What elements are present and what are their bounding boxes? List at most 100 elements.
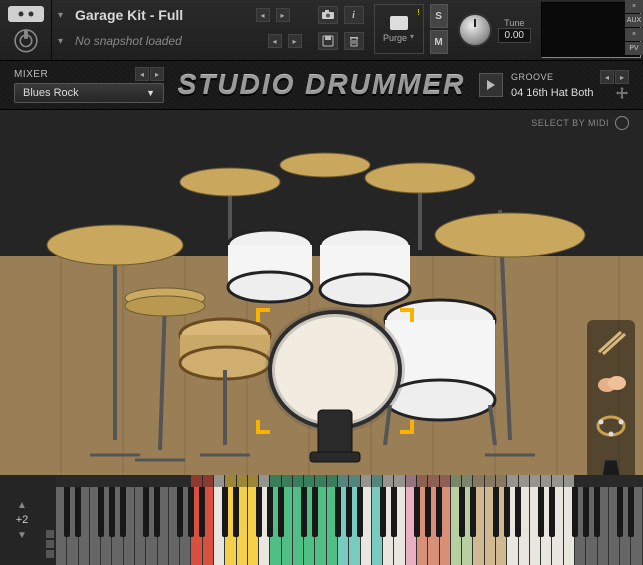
wrench-button[interactable] bbox=[8, 6, 44, 22]
white-key[interactable] bbox=[79, 487, 90, 565]
white-key[interactable] bbox=[485, 487, 496, 565]
crash-mid-left[interactable] bbox=[180, 168, 280, 196]
octave-up-button[interactable]: ▲ bbox=[14, 500, 30, 510]
white-key[interactable] bbox=[417, 487, 428, 565]
white-key[interactable] bbox=[451, 487, 462, 565]
inst-prev-button[interactable]: ◂ bbox=[256, 8, 270, 22]
tune-value[interactable]: 0.00 bbox=[498, 28, 531, 43]
white-key[interactable] bbox=[372, 487, 383, 565]
mixer-next-button[interactable]: ▸ bbox=[150, 67, 164, 81]
white-key[interactable] bbox=[259, 487, 270, 565]
white-key[interactable] bbox=[631, 487, 642, 565]
octave-down-button[interactable]: ▼ bbox=[14, 530, 30, 540]
palette-hands[interactable] bbox=[593, 368, 629, 400]
white-key[interactable] bbox=[112, 487, 123, 565]
mixer-preset-dropdown[interactable]: Blues Rock ▼ bbox=[14, 83, 164, 103]
white-key[interactable] bbox=[552, 487, 563, 565]
aux-badge[interactable]: AUX bbox=[625, 14, 643, 27]
white-key[interactable] bbox=[169, 487, 180, 565]
white-key[interactable] bbox=[586, 487, 597, 565]
white-key[interactable] bbox=[575, 487, 586, 565]
white-key[interactable] bbox=[609, 487, 620, 565]
inst-next-button[interactable]: ▸ bbox=[276, 8, 290, 22]
white-key[interactable] bbox=[564, 487, 575, 565]
white-key[interactable] bbox=[338, 487, 349, 565]
white-key[interactable] bbox=[158, 487, 169, 565]
white-key[interactable] bbox=[315, 487, 326, 565]
white-key[interactable] bbox=[237, 487, 248, 565]
close-badge[interactable]: × bbox=[625, 0, 643, 13]
snap-save-button[interactable] bbox=[318, 32, 338, 50]
info-button[interactable]: i bbox=[344, 6, 364, 24]
white-key[interactable] bbox=[507, 487, 518, 565]
velocity-column[interactable] bbox=[44, 475, 56, 565]
header-bar: ▾ Garage Kit - Full ◂ ▸ i ▾ No snapshot … bbox=[0, 0, 643, 60]
crash-mid-right[interactable] bbox=[365, 163, 475, 193]
groove-play-button[interactable] bbox=[479, 73, 503, 97]
tune-knob[interactable] bbox=[458, 13, 492, 47]
white-key[interactable] bbox=[361, 487, 372, 565]
white-key[interactable] bbox=[394, 487, 405, 565]
purge-box[interactable]: ! Purge ▾ bbox=[374, 4, 424, 54]
white-key[interactable] bbox=[293, 487, 304, 565]
palette-tambourine[interactable] bbox=[593, 410, 629, 442]
white-key[interactable] bbox=[146, 487, 157, 565]
white-key[interactable] bbox=[383, 487, 394, 565]
groove-value: 04 16th Hat Both bbox=[511, 87, 594, 99]
white-key[interactable] bbox=[620, 487, 631, 565]
white-key[interactable] bbox=[349, 487, 360, 565]
rack-tom-2[interactable] bbox=[320, 229, 410, 306]
white-key[interactable] bbox=[406, 487, 417, 565]
drag-midi-icon[interactable] bbox=[615, 86, 629, 100]
white-key[interactable] bbox=[270, 487, 281, 565]
crash-left[interactable] bbox=[47, 225, 183, 265]
snare-drum[interactable] bbox=[180, 319, 270, 455]
white-key[interactable] bbox=[56, 487, 67, 565]
white-key[interactable] bbox=[541, 487, 552, 565]
midi-keyboard[interactable] bbox=[56, 475, 643, 565]
palette-sticks[interactable] bbox=[593, 326, 629, 358]
kick-pedal[interactable] bbox=[310, 410, 360, 462]
white-key[interactable] bbox=[203, 487, 214, 565]
white-key[interactable] bbox=[191, 487, 202, 565]
white-key[interactable] bbox=[282, 487, 293, 565]
white-key[interactable] bbox=[67, 487, 78, 565]
ride-cymbal[interactable] bbox=[435, 213, 585, 257]
snapshot-camera-button[interactable] bbox=[318, 6, 338, 24]
white-key[interactable] bbox=[473, 487, 484, 565]
snap-delete-button[interactable] bbox=[344, 32, 364, 50]
white-key[interactable] bbox=[530, 487, 541, 565]
splash-center[interactable] bbox=[280, 153, 370, 177]
white-key[interactable] bbox=[180, 487, 191, 565]
solo-toggle[interactable]: S bbox=[430, 4, 448, 28]
white-key[interactable] bbox=[90, 487, 101, 565]
white-key[interactable] bbox=[428, 487, 439, 565]
mixer-prev-button[interactable]: ◂ bbox=[135, 67, 149, 81]
snap-prev-button[interactable]: ◂ bbox=[268, 34, 282, 48]
purge-menu-icon[interactable]: ▾ bbox=[410, 32, 414, 41]
rack-tom-1[interactable] bbox=[228, 230, 312, 302]
snap-next-button[interactable]: ▸ bbox=[288, 34, 302, 48]
white-key[interactable] bbox=[225, 487, 236, 565]
white-key[interactable] bbox=[304, 487, 315, 565]
pv-badge[interactable]: PV bbox=[625, 42, 643, 55]
white-key[interactable] bbox=[327, 487, 338, 565]
white-key[interactable] bbox=[496, 487, 507, 565]
white-key[interactable] bbox=[101, 487, 112, 565]
palette-cowbell[interactable] bbox=[593, 452, 629, 475]
mute-toggle[interactable]: M bbox=[430, 30, 448, 54]
snap-dropdown-icon[interactable]: ▾ bbox=[58, 36, 63, 47]
white-key[interactable] bbox=[598, 487, 609, 565]
min-badge[interactable]: × bbox=[625, 28, 643, 41]
inst-dropdown-icon[interactable]: ▾ bbox=[58, 10, 63, 21]
white-key[interactable] bbox=[440, 487, 451, 565]
white-key[interactable] bbox=[214, 487, 225, 565]
white-key[interactable] bbox=[462, 487, 473, 565]
groove-label: GROOVE bbox=[511, 72, 554, 82]
groove-prev-button[interactable]: ◂ bbox=[600, 70, 614, 84]
white-key[interactable] bbox=[124, 487, 135, 565]
groove-next-button[interactable]: ▸ bbox=[615, 70, 629, 84]
white-key[interactable] bbox=[519, 487, 530, 565]
white-key[interactable] bbox=[248, 487, 259, 565]
white-key[interactable] bbox=[135, 487, 146, 565]
